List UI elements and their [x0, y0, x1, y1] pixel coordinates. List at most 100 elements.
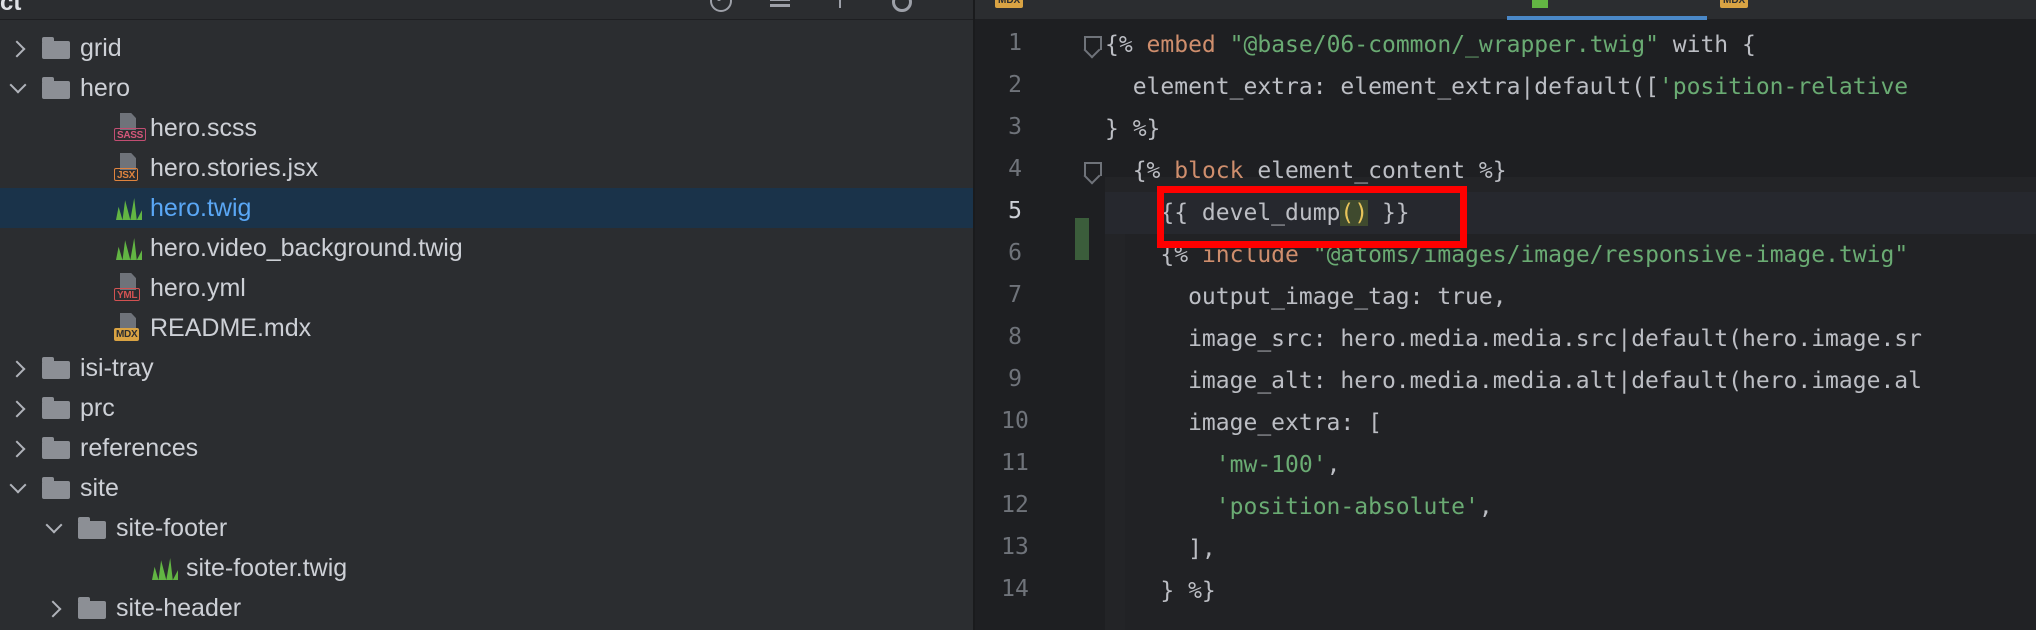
tree-file-hero.twig[interactable]: hero.twig — [0, 188, 973, 228]
code-token: {% — [1105, 32, 1147, 58]
code-line[interactable]: {% embed "@base/06-common/_wrapper.twig"… — [1105, 24, 1756, 66]
chevron-down-icon[interactable] — [10, 81, 24, 95]
line-number-gutter: 1 2 3 4 5 6 7 8 9 10 11 12 13 14 — [975, 20, 1102, 630]
folder-icon — [42, 477, 70, 499]
chevron-right-icon[interactable] — [10, 401, 24, 415]
code-editor[interactable]: MDX MDX 1 2 3 4 5 6 7 8 9 10 11 12 13 14 {% embed "@b… — [975, 0, 2036, 630]
tree-item-label: hero.yml — [150, 274, 246, 302]
line-number: 9 — [1008, 366, 1022, 392]
tree-file-hero.scss[interactable]: SASS hero.scss — [0, 108, 973, 148]
mdx-file-icon[interactable]: MDX — [1720, 0, 1749, 8]
code-token: image_extra: [ — [1105, 410, 1382, 436]
code-line[interactable]: image_alt: hero.media.media.alt|default(… — [1105, 360, 1922, 402]
line-number: 11 — [1001, 450, 1029, 476]
line-number: 13 — [1001, 534, 1029, 560]
project-panel-header: ct — [0, 0, 973, 20]
tree-item-label: site-footer — [116, 514, 228, 542]
twig-file-icon — [150, 554, 180, 582]
line-number: 6 — [1008, 240, 1022, 266]
tree-folder-grid[interactable]: grid — [0, 28, 973, 68]
chevron-right-icon[interactable] — [46, 601, 60, 615]
tree-folder-prc[interactable]: prc — [0, 388, 973, 428]
vcs-change-marker[interactable] — [1075, 218, 1089, 260]
chevron-right-icon[interactable] — [10, 441, 24, 455]
line-number: 3 — [1008, 114, 1022, 140]
project-tree-panel: ct grid hero SASS hero.scss JSX hero.stories.… — [0, 0, 973, 630]
code-line[interactable]: image_src: hero.media.media.src|default(… — [1105, 318, 1922, 360]
tree-folder-isi-tray[interactable]: isi-tray — [0, 348, 973, 388]
line-number: 4 — [1008, 156, 1022, 182]
folder-icon — [42, 37, 70, 59]
chevron-down-icon[interactable] — [46, 521, 60, 535]
tree-folder-site-footer[interactable]: site-footer — [0, 508, 973, 548]
twig-file-icon — [114, 194, 144, 222]
line-number: 5 — [1008, 198, 1022, 224]
line-number: 2 — [1008, 72, 1022, 98]
twig-file-icon[interactable] — [1532, 0, 1548, 8]
tree-item-label: hero — [80, 74, 131, 102]
code-token: {% — [1105, 158, 1175, 184]
code-line[interactable]: } %} — [1105, 108, 1160, 150]
tree-file-hero.yml[interactable]: YML hero.yml — [0, 268, 973, 308]
string-token: 'position-absolute' — [1215, 494, 1479, 520]
tree-item-label: isi-tray — [80, 354, 154, 382]
code-token: element_extra: element_extra|default([ — [1105, 74, 1659, 100]
folder-icon — [78, 517, 106, 539]
string-token: 'mw-100' — [1215, 452, 1327, 478]
fold-marker-icon[interactable] — [1084, 162, 1102, 180]
string-token: "@base/06-common/_wrapper.twig" — [1229, 32, 1659, 58]
code-line[interactable]: 'position-absolute', — [1105, 486, 1493, 528]
active-tab-indicator — [1507, 16, 1707, 20]
code-line[interactable]: 'mw-100', — [1105, 444, 1341, 486]
jsx-file-icon: JSX — [114, 153, 144, 183]
code-token: output_image_tag: true, — [1105, 284, 1507, 310]
tree-item-label: hero.stories.jsx — [150, 154, 319, 182]
code-token: } %} — [1105, 116, 1161, 142]
line-number: 7 — [1008, 282, 1022, 308]
tree-folder-site-header[interactable]: site-header — [0, 588, 973, 628]
folder-icon — [42, 397, 70, 419]
chevron-right-icon[interactable] — [10, 41, 24, 55]
mdx-file-icon[interactable]: MDX — [995, 0, 1024, 8]
tree-folder-site[interactable]: site — [0, 468, 973, 508]
tree-item-label: hero.twig — [150, 194, 252, 222]
fold-marker-icon[interactable] — [1084, 36, 1102, 54]
mdx-file-icon: MDX — [114, 313, 144, 343]
file-type-tag: MDX — [114, 328, 140, 341]
collapse-all-icon[interactable] — [768, 0, 792, 10]
file-type-tag: JSX — [114, 168, 139, 181]
code-token: ], — [1105, 536, 1216, 562]
code-line[interactable]: } %} — [1105, 570, 1215, 612]
tree-file-hero.video_background.twig[interactable]: hero.video_background.twig — [0, 228, 973, 268]
code-token: element_content %} — [1243, 158, 1507, 184]
code-line[interactable]: output_image_tag: true, — [1105, 276, 1507, 318]
locate-file-icon[interactable] — [708, 0, 732, 12]
sort-icon[interactable] — [828, 0, 852, 10]
tree-item-label: hero.video_background.twig — [150, 234, 463, 262]
line-number: 12 — [1001, 492, 1029, 518]
chevron-right-icon[interactable] — [10, 361, 24, 375]
code-line[interactable]: element_extra: element_extra|default(['p… — [1105, 66, 1908, 108]
line-number: 8 — [1008, 324, 1022, 350]
keyword-token: embed — [1146, 32, 1216, 58]
code-token: , — [1326, 452, 1341, 478]
gear-icon[interactable] — [888, 0, 912, 12]
folder-icon — [78, 597, 106, 619]
tree-item-label: hero.scss — [150, 114, 257, 142]
line-number: 10 — [1001, 408, 1029, 434]
editor-tab-bar: MDX MDX — [975, 0, 2036, 20]
folder-icon — [42, 77, 70, 99]
tree-folder-hero[interactable]: hero — [0, 68, 973, 108]
chevron-down-icon[interactable] — [10, 481, 24, 495]
code-line[interactable]: image_extra: [ — [1105, 402, 1382, 444]
tree-file-README.mdx[interactable]: MDX README.mdx — [0, 308, 973, 348]
code-line[interactable]: ], — [1105, 528, 1216, 570]
line-number: 1 — [1008, 30, 1022, 56]
tree-file-hero.stories.jsx[interactable]: JSX hero.stories.jsx — [0, 148, 973, 188]
file-tree: grid hero SASS hero.scss JSX hero.stories.jsx… — [0, 28, 973, 628]
tree-folder-references[interactable]: references — [0, 428, 973, 468]
sass-file-icon: SASS — [114, 113, 147, 143]
tree-file-site-footer.twig[interactable]: site-footer.twig — [0, 548, 973, 588]
